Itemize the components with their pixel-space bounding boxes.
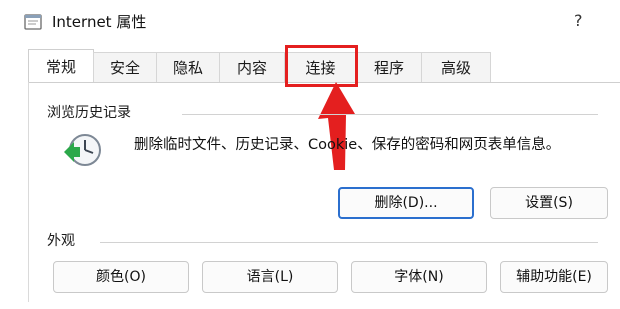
tab-privacy[interactable]: 隐私 bbox=[156, 52, 220, 82]
delete-button[interactable]: 删除(D)... bbox=[338, 187, 474, 219]
browsing-history-description: 删除临时文件、历史记录、Cookie、保存的密码和网页表单信息。 bbox=[134, 137, 561, 153]
colors-button[interactable]: 颜色(O) bbox=[53, 261, 189, 293]
tab-programs[interactable]: 程序 bbox=[356, 52, 422, 82]
pointer-arrow-icon bbox=[318, 82, 355, 170]
group-divider bbox=[100, 242, 598, 243]
settings-button[interactable]: 设置(S) bbox=[490, 187, 608, 219]
highlight-box bbox=[285, 45, 358, 87]
tab-advanced[interactable]: 高级 bbox=[421, 52, 491, 82]
content-left-border bbox=[28, 82, 29, 302]
group-divider bbox=[182, 114, 598, 115]
internet-options-icon bbox=[24, 14, 42, 30]
tab-general[interactable]: 常规 bbox=[28, 49, 94, 83]
tab-security[interactable]: 安全 bbox=[93, 52, 157, 82]
appearance-heading: 外观 bbox=[47, 231, 81, 251]
history-clock-icon bbox=[64, 134, 101, 166]
help-button[interactable]: ? bbox=[574, 10, 583, 32]
window-title: Internet 属性 bbox=[52, 13, 147, 31]
fonts-button[interactable]: 字体(N) bbox=[351, 261, 487, 293]
title-bar: Internet 属性 ? bbox=[0, 0, 620, 44]
browsing-history-heading: 浏览历史记录 bbox=[47, 103, 137, 123]
tab-content[interactable]: 内容 bbox=[219, 52, 285, 82]
accessibility-button[interactable]: 辅助功能(E) bbox=[500, 261, 608, 293]
languages-button[interactable]: 语言(L) bbox=[202, 261, 338, 293]
